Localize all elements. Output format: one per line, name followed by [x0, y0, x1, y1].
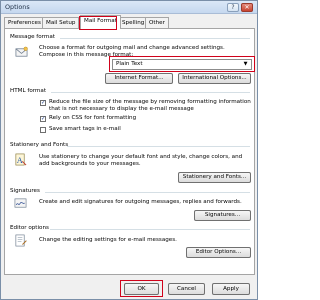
editor-options-description: Change the editing settings for e-mail m…: [39, 237, 177, 243]
editor-document-icon: [15, 234, 27, 247]
close-button[interactable]: ✕: [241, 3, 253, 12]
tab-spelling[interactable]: Spelling: [118, 17, 149, 28]
tab-mail-setup[interactable]: Mail Setup: [42, 17, 80, 28]
tab-strip: Preferences Mail Setup Mail Format Spell…: [4, 15, 256, 29]
help-button[interactable]: ?: [227, 3, 239, 12]
editor-options-heading: Editor options: [10, 225, 49, 231]
apply-button[interactable]: Apply: [212, 283, 250, 295]
divider: [51, 92, 250, 93]
cancel-button[interactable]: Cancel: [168, 283, 205, 295]
editor-options-button[interactable]: Editor Options...: [186, 247, 251, 258]
international-options-button[interactable]: International Options...: [178, 73, 251, 84]
html-format-heading: HTML format: [10, 88, 47, 94]
stationery-font-icon: A: [15, 153, 27, 166]
stationery-heading: Stationery and Fonts: [10, 142, 69, 148]
chevron-down-icon: ▼: [243, 61, 248, 67]
tab-mail-format[interactable]: Mail Format: [80, 15, 121, 29]
message-format-description: Choose a format for outgoing mail and ch…: [39, 45, 225, 51]
divider: [60, 38, 250, 39]
svg-text:A: A: [17, 156, 23, 165]
signatures-heading: Signatures: [10, 188, 40, 194]
save-smart-tags-checkbox[interactable]: [40, 127, 46, 133]
stationery-and-fonts-button[interactable]: Stationery and Fonts...: [178, 172, 251, 183]
compose-format-select[interactable]: Plain Text ▼: [112, 59, 252, 70]
signatures-button[interactable]: Signatures...: [194, 210, 251, 221]
rely-on-css-label: Rely on CSS for font formatting: [49, 115, 137, 121]
message-format-heading: Message format: [10, 34, 55, 40]
divider: [50, 229, 250, 230]
ok-button[interactable]: OK: [124, 283, 159, 295]
title-bar[interactable]: Options ? ✕: [1, 1, 257, 14]
signature-icon: [14, 198, 27, 208]
divider: [67, 146, 250, 147]
reduce-file-size-label-line1: Reduce the file size of the message by r…: [49, 99, 251, 105]
save-smart-tags-label: Save smart tags in e-mail: [49, 126, 121, 132]
mail-format-panel: Message format Choose a format for outgo…: [4, 28, 255, 275]
rely-on-css-checkbox[interactable]: ✓: [40, 116, 46, 122]
internet-format-button[interactable]: Internet Format...: [105, 73, 173, 84]
options-dialog: Options ? ✕ Preferences Mail Setup Mail …: [0, 0, 258, 300]
stationery-description-line2: add backgrounds to your messages.: [39, 161, 141, 167]
signatures-description: Create and edit signatures for outgoing …: [39, 199, 242, 205]
reduce-file-size-checkbox[interactable]: ✓: [40, 100, 46, 106]
stationery-description-line1: Use stationery to change your default fo…: [39, 154, 243, 160]
reduce-file-size-label-line2: that is not necessary to display the e-m…: [49, 106, 194, 112]
window-title: Options: [5, 3, 30, 11]
compose-format-label: Compose in this message format:: [39, 52, 134, 58]
tab-preferences[interactable]: Preferences: [4, 17, 45, 28]
compose-format-value: Plain Text: [116, 61, 143, 67]
divider: [45, 192, 250, 193]
tab-other[interactable]: Other: [145, 17, 169, 28]
envelope-icon: [15, 46, 28, 57]
